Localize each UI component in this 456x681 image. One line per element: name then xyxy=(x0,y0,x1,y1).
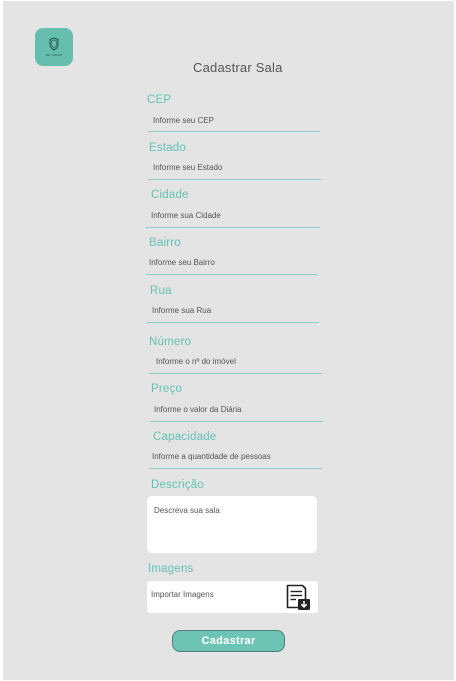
app-logo: BR SPACE xyxy=(35,28,73,66)
rua-input[interactable]: Informe sua Rua xyxy=(152,306,211,315)
bairro-input[interactable]: Informe seu Bairro xyxy=(149,258,215,267)
cep-input[interactable]: Informe seu CEP xyxy=(153,116,214,125)
shield-icon xyxy=(49,37,59,51)
file-download-icon[interactable] xyxy=(285,584,313,611)
logo-text: BR SPACE xyxy=(45,53,63,57)
preco-label: Preço xyxy=(151,383,183,395)
bairro-underline xyxy=(146,274,317,275)
descricao-placeholder: Descreva sua sala xyxy=(154,506,220,515)
imagens-label: Imagens xyxy=(148,563,194,575)
rua-underline xyxy=(147,322,319,323)
cep-label: CEP xyxy=(147,94,172,106)
rua-label: Rua xyxy=(150,285,172,297)
cidade-underline xyxy=(146,227,320,228)
cidade-input[interactable]: Informe sua Cidade xyxy=(151,211,221,220)
capacidade-label: Capacidade xyxy=(153,431,217,443)
preco-input[interactable]: Informe o valor da Diária xyxy=(154,405,242,414)
cep-underline xyxy=(148,131,320,132)
bairro-label: Bairro xyxy=(149,237,181,249)
descricao-textarea[interactable]: Descreva sua sala xyxy=(147,496,317,553)
submit-button[interactable]: Cadastrar xyxy=(172,630,285,652)
descricao-label: Descrição xyxy=(151,479,204,491)
import-images-text: Importar Imagens xyxy=(151,590,214,599)
capacidade-underline xyxy=(149,468,322,469)
numero-input[interactable]: Informe o nº do imóvel xyxy=(156,357,236,366)
preco-underline xyxy=(150,421,323,422)
estado-input[interactable]: Informe seu Estado xyxy=(153,163,222,172)
numero-underline xyxy=(149,373,322,374)
import-images-field[interactable]: Importar Imagens xyxy=(147,581,318,613)
screen-background xyxy=(3,1,454,680)
estado-underline xyxy=(148,179,321,180)
capacidade-input[interactable]: Informe a quantidade de pessoas xyxy=(152,452,271,461)
cidade-label: Cidade xyxy=(151,189,189,201)
estado-label: Estado xyxy=(149,142,187,154)
numero-label: Número xyxy=(149,336,192,348)
page-title: Cadastrar Sala xyxy=(193,60,283,75)
